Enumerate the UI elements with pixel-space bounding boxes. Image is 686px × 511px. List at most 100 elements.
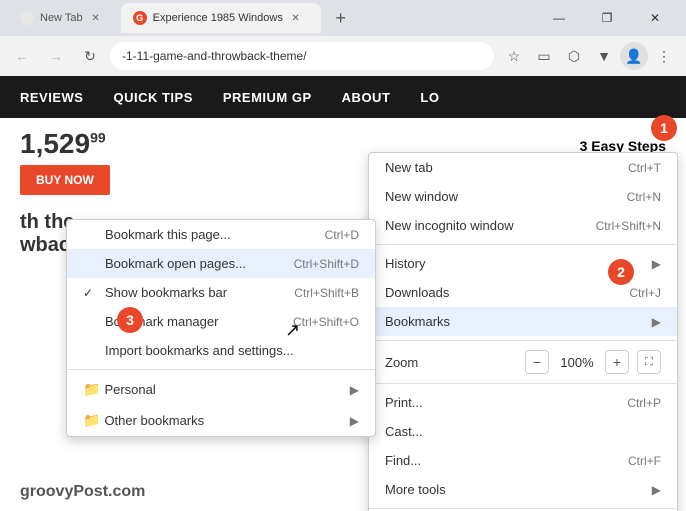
badge-1: 1 <box>651 115 677 141</box>
menu-bookmarks[interactable]: Bookmarks ▶ <box>369 307 677 336</box>
page-content: REVIEWS QUICK TIPS PREMIUM GP ABOUT LO 1… <box>0 76 686 511</box>
menu-new-incognito-label: New incognito window <box>385 218 514 233</box>
bookmark-this-shortcut: Ctrl+D <box>325 228 359 242</box>
bookmark-open-shortcut: Ctrl+Shift+D <box>294 257 359 271</box>
back-button[interactable]: ← <box>8 42 36 70</box>
menu-downloads[interactable]: Downloads Ctrl+J <box>369 278 677 307</box>
menu-zoom-row: Zoom − 100% + ⛶ <box>369 345 677 379</box>
browser-frame: New Tab ✕ G Experience 1985 Windows with… <box>0 0 686 511</box>
minimize-button[interactable]: — <box>536 3 582 33</box>
tab-inactive-close[interactable]: ✕ <box>89 11 103 25</box>
menu-new-tab-shortcut: Ctrl+T <box>628 161 661 175</box>
badge-2: 2 <box>608 259 634 285</box>
zoom-expand-button[interactable]: ⛶ <box>637 350 661 374</box>
menu-new-incognito-shortcut: Ctrl+Shift+N <box>596 219 661 233</box>
menu-find[interactable]: Find... Ctrl+F <box>369 446 677 475</box>
address-input[interactable]: -1-11-game-and-throwback-theme/ <box>110 42 494 70</box>
menu-cast-label: Cast... <box>385 424 423 439</box>
menu-print[interactable]: Print... Ctrl+P <box>369 388 677 417</box>
nav-lo[interactable]: LO <box>420 90 439 105</box>
menu-new-incognito[interactable]: New incognito window Ctrl+Shift+N <box>369 211 677 240</box>
cast-icon[interactable]: ▭ <box>530 42 558 70</box>
menu-print-shortcut: Ctrl+P <box>627 396 661 410</box>
bookmark-open-label: Bookmark open pages... <box>105 256 246 271</box>
import-check <box>83 344 99 358</box>
menu-bookmarks-arrow: ▶ <box>652 315 661 329</box>
profile-icon[interactable]: 👤 <box>620 42 648 70</box>
divider-1 <box>369 244 677 245</box>
other-bookmarks[interactable]: 📁 Other bookmarks ▶ <box>67 405 375 436</box>
window-controls: — ❐ ✕ <box>536 3 678 33</box>
bookmark-manager[interactable]: Bookmark manager Ctrl+Shift+O <box>67 307 375 336</box>
personal-folder-arrow: ▶ <box>350 383 359 397</box>
menu-new-tab[interactable]: New tab Ctrl+T <box>369 153 677 182</box>
zoom-plus-button[interactable]: + <box>605 350 629 374</box>
show-bookmarks-label: Show bookmarks bar <box>105 285 227 300</box>
menu-bookmarks-label: Bookmarks <box>385 314 450 329</box>
address-text: -1-11-game-and-throwback-theme/ <box>122 49 307 63</box>
personal-folder[interactable]: 📁 Personal ▶ <box>67 374 375 405</box>
menu-zoom-label: Zoom <box>385 355 418 370</box>
toolbar-icons: ☆ ▭ ⬡ ▼ 👤 ⋮ <box>500 42 678 70</box>
restore-button[interactable]: ❐ <box>584 3 630 33</box>
tab-inactive[interactable]: New Tab ✕ <box>8 3 115 33</box>
theme-icon[interactable]: ▼ <box>590 42 618 70</box>
main-dropdown-menu: New tab Ctrl+T New window Ctrl+N New inc… <box>368 152 678 511</box>
buy-now-button[interactable]: BUY NOW <box>20 165 110 195</box>
bookmark-open-check <box>83 257 99 271</box>
price-display: 1,52999 <box>20 128 110 160</box>
personal-folder-icon: 📁 <box>83 381 100 398</box>
menu-new-window-label: New window <box>385 189 458 204</box>
menu-new-window[interactable]: New window Ctrl+N <box>369 182 677 211</box>
menu-history-label: History <box>385 256 425 271</box>
new-tab-button[interactable]: + <box>327 4 355 32</box>
forward-button[interactable]: → <box>42 42 70 70</box>
show-bookmarks-check: ✓ <box>83 286 99 300</box>
menu-more-tools[interactable]: More tools ▶ <box>369 475 677 504</box>
menu-downloads-shortcut: Ctrl+J <box>629 286 661 300</box>
tab-active-close[interactable]: ✕ <box>289 11 303 25</box>
nav-about[interactable]: ABOUT <box>342 90 391 105</box>
menu-icon[interactable]: ⋮ <box>650 42 678 70</box>
bookmark-star-icon[interactable]: ☆ <box>500 42 528 70</box>
tab-active[interactable]: G Experience 1985 Windows with t ✕ <box>121 3 321 33</box>
divider-2 <box>369 340 677 341</box>
extensions-icon[interactable]: ⬡ <box>560 42 588 70</box>
menu-cast[interactable]: Cast... <box>369 417 677 446</box>
menu-more-tools-arrow: ▶ <box>652 483 661 497</box>
personal-folder-label: Personal <box>104 382 155 397</box>
import-bookmarks[interactable]: Import bookmarks and settings... <box>67 336 375 365</box>
groovy-logo: groovyPost.com <box>20 483 145 501</box>
address-bar: ← → ↻ -1-11-game-and-throwback-theme/ ☆ … <box>0 36 686 76</box>
badge-3: 3 <box>117 307 143 333</box>
bookmark-manager-shortcut: Ctrl+Shift+O <box>293 315 359 329</box>
nav-premium-gp[interactable]: PREMIUM GP <box>223 90 312 105</box>
zoom-minus-button[interactable]: − <box>525 350 549 374</box>
tab-active-favicon: G <box>133 11 147 25</box>
nav-reviews[interactable]: REVIEWS <box>20 90 83 105</box>
menu-new-window-shortcut: Ctrl+N <box>627 190 661 204</box>
menu-downloads-label: Downloads <box>385 285 449 300</box>
divider-4 <box>369 508 677 509</box>
bookmark-this-page[interactable]: Bookmark this page... Ctrl+D <box>67 220 375 249</box>
other-bookmarks-arrow: ▶ <box>350 414 359 428</box>
bookmark-open-pages[interactable]: Bookmark open pages... Ctrl+Shift+D <box>67 249 375 278</box>
menu-print-label: Print... <box>385 395 423 410</box>
other-bookmarks-icon: 📁 <box>83 412 100 429</box>
site-nav: REVIEWS QUICK TIPS PREMIUM GP ABOUT LO <box>0 76 686 118</box>
import-label: Import bookmarks and settings... <box>105 343 294 358</box>
bookmarks-divider <box>67 369 375 370</box>
tab-active-label: Experience 1985 Windows with t <box>153 12 283 24</box>
close-button[interactable]: ✕ <box>632 3 678 33</box>
menu-history-arrow: ▶ <box>652 257 661 271</box>
tab-inactive-label: New Tab <box>40 12 83 24</box>
tab-inactive-favicon <box>20 11 34 25</box>
nav-quick-tips[interactable]: QUICK TIPS <box>113 90 192 105</box>
show-bookmarks-shortcut: Ctrl+Shift+B <box>294 286 359 300</box>
reload-button[interactable]: ↻ <box>76 42 104 70</box>
menu-find-label: Find... <box>385 453 421 468</box>
bookmarks-submenu: Bookmark this page... Ctrl+D Bookmark op… <box>66 219 376 437</box>
menu-find-shortcut: Ctrl+F <box>628 454 661 468</box>
show-bookmarks-bar[interactable]: ✓ Show bookmarks bar Ctrl+Shift+B <box>67 278 375 307</box>
menu-new-tab-label: New tab <box>385 160 433 175</box>
